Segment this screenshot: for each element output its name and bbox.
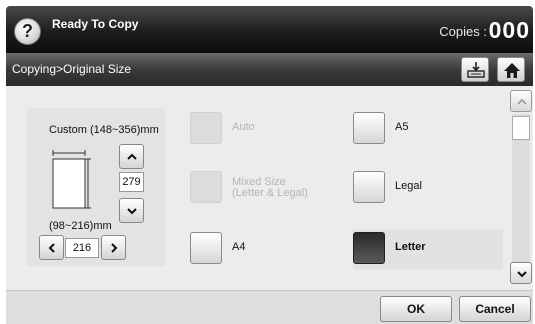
home-button[interactable] <box>497 57 525 82</box>
copy-original-size-screen: ? Ready To Copy Copies : 000 Copying>Ori… <box>0 0 535 324</box>
output-tray-icon <box>467 62 485 78</box>
breadcrumb: Copying>Original Size <box>12 62 132 76</box>
option-mixed-size-label: Mixed Size (Letter & Legal) <box>232 177 308 199</box>
header-bar: ? Ready To Copy Copies : 000 <box>6 6 533 53</box>
chevron-down-icon <box>517 271 527 278</box>
option-letter-box[interactable] <box>353 232 385 264</box>
option-a4-label: A4 <box>232 241 246 253</box>
original-size-panel: Custom (148~356)mm 279 (98~216)mm 216 Au… <box>6 86 533 290</box>
scrollbar-thumb[interactable] <box>512 116 530 140</box>
chevron-up-icon <box>127 153 137 160</box>
height-increase-button[interactable] <box>119 144 144 169</box>
option-mixed-size-box <box>190 171 222 203</box>
copies-label: Copies : <box>439 24 487 39</box>
option-a5-box[interactable] <box>353 112 385 144</box>
option-legal-box[interactable] <box>353 171 385 203</box>
footer-bar: OK Cancel <box>6 290 533 324</box>
custom-size-panel: Custom (148~356)mm 279 (98~216)mm 216 <box>27 108 165 266</box>
width-increase-button[interactable] <box>101 235 126 260</box>
home-icon <box>504 63 520 78</box>
width-range-label: (98~216)mm <box>49 220 112 232</box>
output-tray-button[interactable] <box>461 57 489 82</box>
copies-count: 000 <box>488 17 530 43</box>
option-a4[interactable]: A4 <box>190 229 340 269</box>
option-legal-label: Legal <box>395 180 422 192</box>
ok-button[interactable]: OK <box>380 296 452 322</box>
breadcrumb-bar: Copying>Original Size <box>6 53 533 86</box>
chevron-down-icon <box>127 208 137 215</box>
option-auto: Auto <box>190 109 340 149</box>
help-button[interactable]: ? <box>14 18 41 45</box>
width-decrease-button[interactable] <box>39 235 64 260</box>
option-legal[interactable]: Legal <box>353 168 503 208</box>
scroll-up-button[interactable] <box>510 90 532 112</box>
option-auto-box <box>190 112 222 144</box>
height-decrease-button[interactable] <box>119 198 144 223</box>
option-a4-box[interactable] <box>190 232 222 264</box>
option-mixed-size-line2: (Letter & Legal) <box>232 187 308 199</box>
paper-outline-icon <box>52 150 91 209</box>
option-auto-label: Auto <box>232 121 255 133</box>
scroll-down-button[interactable] <box>510 262 532 284</box>
option-mixed-size: Mixed Size (Letter & Legal) <box>190 168 340 208</box>
option-a5[interactable]: A5 <box>353 109 503 149</box>
width-value-field[interactable]: 216 <box>65 238 99 258</box>
chevron-up-icon <box>517 98 527 105</box>
height-value-field[interactable]: 279 <box>119 172 144 192</box>
custom-size-title: Custom (148~356)mm <box>49 124 159 136</box>
option-letter[interactable]: Letter <box>353 229 503 269</box>
chevron-right-icon <box>111 243 118 253</box>
cancel-button[interactable]: Cancel <box>459 296 531 322</box>
status-title: Ready To Copy <box>52 17 139 31</box>
option-a5-label: A5 <box>395 121 409 133</box>
option-letter-label: Letter <box>395 241 426 253</box>
chevron-left-icon <box>48 243 55 253</box>
